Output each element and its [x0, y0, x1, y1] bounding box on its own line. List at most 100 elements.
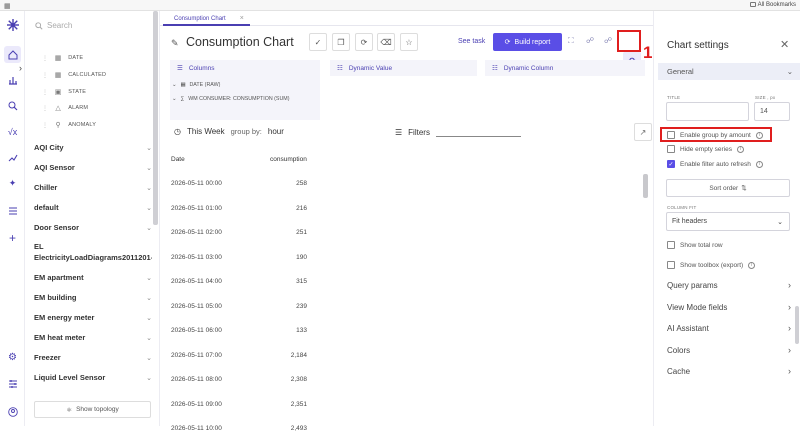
main-scrollbar[interactable] — [643, 174, 648, 198]
group-aqi-city[interactable]: AQI City ⌄ — [34, 143, 152, 152]
table-header-consumption[interactable]: consumption — [270, 156, 307, 163]
field-anomaly[interactable]: ⋮ ⚲ ANOMALY — [42, 121, 96, 129]
chart-settings-panel: Chart settings ✕ General ⌄ TITLE SIZE , … — [653, 11, 800, 426]
drag-handle-icon[interactable]: ⋮ — [42, 55, 48, 62]
enable-filter-auto-refresh-checkbox[interactable]: ✓ — [667, 160, 675, 168]
search-icon — [35, 21, 43, 30]
group-default[interactable]: default ⌄ — [34, 203, 152, 212]
share-icon[interactable]: ☍ — [586, 36, 594, 45]
sliders-icon[interactable] — [4, 375, 21, 392]
info-icon[interactable]: i — [748, 261, 756, 269]
group-door-sensor[interactable]: Door Sensor ⌄ — [34, 223, 152, 232]
group-em-energy-meter[interactable]: EM energy meter ⌄ — [34, 313, 152, 322]
size-input[interactable]: 14 — [754, 102, 790, 121]
chevron-right-icon: › — [788, 345, 791, 355]
enable-filter-auto-refresh-option[interactable]: ✓ Enable filter auto refresh i — [667, 160, 763, 168]
trash-icon: ⌫ — [380, 37, 392, 47]
table-cell-consumption: 2,493 — [290, 425, 307, 432]
all-bookmarks-link[interactable]: All Bookmarks — [749, 2, 796, 8]
list-icon[interactable] — [4, 202, 21, 219]
sparkle-icon[interactable]: ✦ — [4, 175, 21, 192]
group-chiller[interactable]: Chiller ⌄ — [34, 183, 152, 192]
chart-type-button[interactable]: ↗ — [634, 123, 652, 141]
logo-icon[interactable] — [4, 16, 21, 33]
tab-consumption-chart[interactable]: Consumption Chart × — [163, 13, 250, 26]
group-freezer[interactable]: Freezer ⌄ — [34, 353, 152, 362]
bar-chart-icon[interactable] — [4, 71, 21, 88]
show-toolbox-option[interactable]: Show toolbox (export) i — [667, 261, 756, 269]
formula-icon[interactable]: √x — [4, 123, 21, 140]
ai-assistant-section[interactable]: AI Assistant › — [667, 323, 791, 333]
sidebar-search[interactable]: Search — [35, 21, 72, 30]
user-icon[interactable] — [4, 403, 21, 420]
page-title[interactable]: Consumption Chart — [186, 35, 294, 49]
pencil-icon[interactable]: ✎ — [171, 38, 179, 49]
period-selector[interactable]: ◷ This Week group by: hour — [174, 127, 284, 136]
home-icon[interactable] — [4, 46, 21, 63]
drag-handle-icon[interactable]: ⋮ — [42, 122, 48, 129]
columns-header[interactable]: ☰ Columns — [170, 60, 320, 76]
group-electricity-load[interactable]: ElectricityLoadDiagrams2011201- — [34, 253, 152, 262]
hide-empty-series-option[interactable]: Hide empty series i — [667, 145, 745, 153]
close-icon[interactable]: × — [240, 15, 244, 22]
show-total-row-checkbox[interactable] — [667, 241, 675, 249]
field-alarm[interactable]: ⋮ △ ALARM — [42, 104, 88, 112]
show-topology-button[interactable]: ⚛ Show topology — [34, 401, 151, 418]
build-report-button[interactable]: ⟳ Build report — [493, 33, 562, 51]
chevron-right-icon: › — [788, 366, 791, 376]
column-fit-select[interactable]: Fit headers ⌄ — [666, 212, 790, 231]
column-item-consumption[interactable]: ⌄ ∑ WM CONSUMER: CONSUMPTION (SUM) — [172, 96, 289, 102]
checkmark-button[interactable]: ✓ — [309, 33, 327, 51]
hide-empty-series-checkbox[interactable] — [667, 145, 675, 153]
link-icon[interactable]: ☍ — [604, 36, 612, 45]
fullscreen-icon[interactable]: ⛶ — [568, 36, 574, 46]
sort-order-button[interactable]: Sort order ⇅ — [666, 179, 790, 197]
show-toolbox-checkbox[interactable] — [667, 261, 675, 269]
group-el[interactable]: EL — [34, 242, 152, 251]
dynamic-value-header[interactable]: ☷ Dynamic Value — [330, 60, 477, 76]
table-header-date[interactable]: Date — [171, 156, 185, 163]
field-calculated[interactable]: ⋮ ▦ CALCULATED — [42, 71, 106, 79]
group-aqi-sensor[interactable]: AQI Sensor ⌄ — [34, 163, 152, 172]
group-em-apartment[interactable]: EM apartment ⌄ — [34, 273, 152, 282]
table-cell-date: 2026-05-11 10:00 — [171, 425, 222, 432]
drag-handle-icon[interactable]: ⋮ — [42, 72, 48, 79]
chevron-down-icon: ⌄ — [146, 224, 152, 232]
dynamic-column-header[interactable]: ☷ Dynamic Column — [485, 60, 645, 76]
cache-section[interactable]: Cache › — [667, 366, 791, 376]
title-input[interactable] — [666, 102, 749, 121]
copy-button[interactable]: ❐ — [332, 33, 350, 51]
sidebar-scrollbar[interactable] — [153, 11, 158, 225]
filters-area[interactable]: ☰ Filters — [395, 127, 521, 137]
delete-button[interactable]: ⌫ — [377, 33, 395, 51]
settings-scrollbar[interactable] — [795, 306, 799, 344]
info-icon[interactable]: i — [755, 160, 763, 168]
drag-handle-icon[interactable]: ⋮ — [42, 105, 48, 112]
close-icon[interactable]: ✕ — [780, 38, 789, 51]
general-section-header[interactable]: General ⌄ — [658, 63, 800, 80]
column-item-date[interactable]: ⌄ ▦ DATE (RAW) — [172, 82, 220, 88]
settings-gear-icon[interactable]: ⚙ — [4, 349, 21, 366]
info-icon[interactable]: i — [737, 145, 745, 153]
group-em-building[interactable]: EM building ⌄ — [34, 293, 152, 302]
field-state[interactable]: ⋮ ▣ STATE — [42, 88, 86, 96]
trend-icon[interactable] — [4, 149, 21, 166]
drag-handle-icon[interactable]: ⋮ — [42, 89, 48, 96]
search-icon[interactable] — [4, 97, 21, 114]
view-mode-fields-section[interactable]: View Mode fields › — [667, 302, 791, 312]
query-params-section[interactable]: Query params › — [667, 280, 791, 290]
favorite-button[interactable]: ☆ — [400, 33, 418, 51]
callout-number-1: 1 — [643, 43, 653, 62]
field-date[interactable]: ⋮ ▦ DATE — [42, 54, 83, 62]
show-total-row-option[interactable]: Show total row — [667, 241, 723, 249]
plus-icon[interactable]: + — [4, 229, 21, 246]
group-em-heat-meter[interactable]: EM heat meter ⌄ — [34, 333, 152, 342]
apps-grid-icon[interactable]: ▦ — [4, 2, 11, 10]
filters-input[interactable] — [435, 127, 521, 137]
colors-section[interactable]: Colors › — [667, 345, 791, 355]
group-liquid-level-sensor[interactable]: Liquid Level Sensor ⌄ — [34, 373, 152, 382]
see-task-link[interactable]: See task — [458, 38, 485, 45]
refresh-button[interactable]: ⟳ — [355, 33, 373, 51]
chevron-right-icon[interactable]: › — [19, 63, 22, 73]
table-cell-consumption: 251 — [296, 229, 307, 236]
